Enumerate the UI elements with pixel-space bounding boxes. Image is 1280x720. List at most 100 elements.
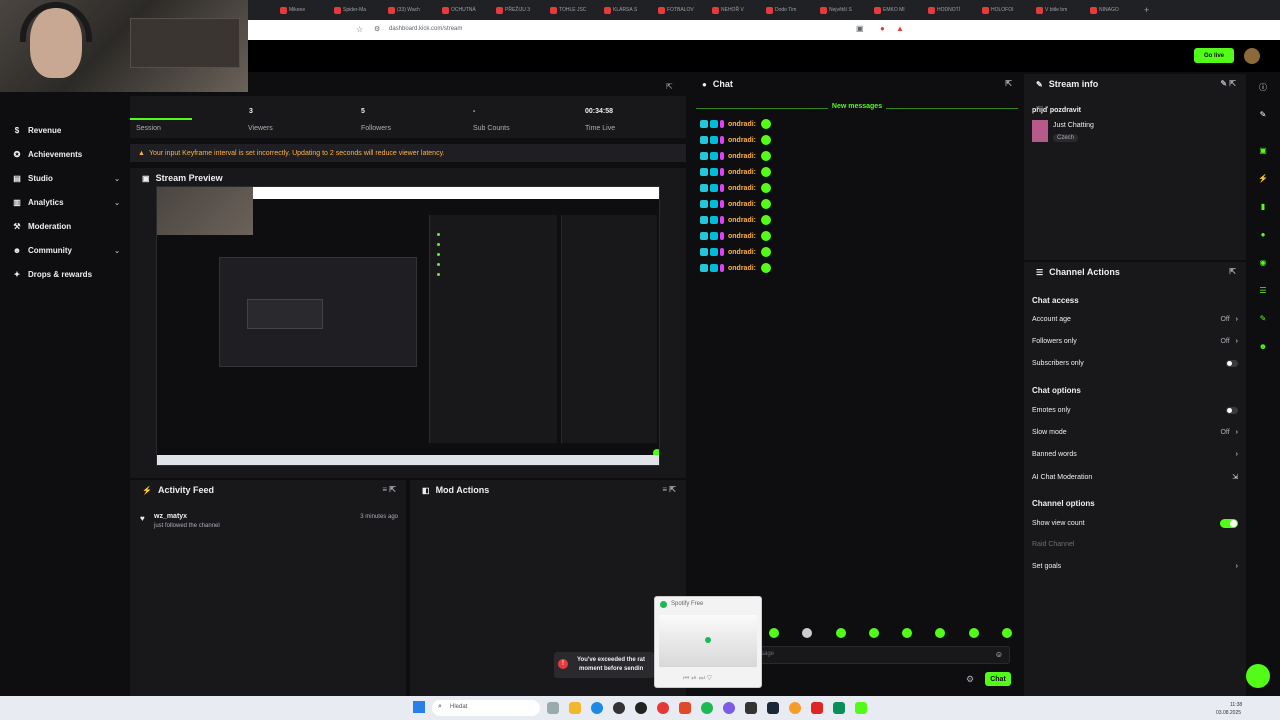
translate-icon[interactable]: ▣ <box>856 24 864 33</box>
raid-channel-row[interactable]: Raid Channel <box>1032 541 1238 548</box>
bolt-icon[interactable]: ⚡ <box>1258 174 1268 184</box>
browser-tab[interactable]: OCHUTNÁ <box>442 3 490 17</box>
followers-only-row[interactable]: Followers only Off › <box>1032 338 1238 345</box>
app-icon[interactable] <box>811 702 823 714</box>
send-chat-button[interactable]: Chat <box>985 672 1011 686</box>
app-icon[interactable] <box>745 702 757 714</box>
app-icon[interactable] <box>613 702 625 714</box>
browser-tab[interactable]: PŘEŽIJU 3 <box>496 3 544 17</box>
media-controls-icon[interactable]: ⏮ ⏯ ⏭ ♡ <box>683 675 712 683</box>
avatar[interactable] <box>1244 48 1260 64</box>
chat-message[interactable]: ondradi: <box>700 135 771 145</box>
browser-tab[interactable]: HODNOTÍ <box>928 3 976 17</box>
chevron-down-icon[interactable]: ⌄ <box>114 247 120 255</box>
sidebar-item-achievements[interactable]: ✪ Achievements <box>12 150 120 159</box>
emotes-only-toggle[interactable] <box>1226 407 1238 414</box>
gear-icon[interactable]: ⚙ <box>966 674 974 685</box>
chat-message[interactable]: ondradi: <box>700 183 771 193</box>
url-text[interactable]: dashboard.kick.com/stream <box>389 26 462 32</box>
chat-message[interactable]: ondradi: <box>700 167 771 177</box>
bookmark-icon[interactable]: ☆ <box>356 25 363 34</box>
browser-tab[interactable]: Spider-Ma <box>334 3 382 17</box>
spotify-taskbar-preview[interactable]: Spotify Free ⏮ ⏯ ⏭ ♡ <box>654 596 762 688</box>
chat-icon[interactable]: ● <box>1258 230 1268 240</box>
chat-username[interactable]: ondradi: <box>728 233 756 240</box>
banned-words-row[interactable]: Banned words › <box>1032 451 1238 458</box>
edge-icon[interactable] <box>591 702 603 714</box>
chat-username[interactable]: ondradi: <box>728 201 756 208</box>
browser-tab[interactable]: KLÁRSA S <box>604 3 652 17</box>
brave-icon[interactable] <box>679 702 691 714</box>
chat-message[interactable]: ondradi: <box>700 263 771 273</box>
browser-tab[interactable]: Mikeee <box>280 3 328 17</box>
chat-username[interactable]: ondradi: <box>728 169 756 176</box>
warning-extension-icon[interactable]: ▲ <box>896 24 904 33</box>
chat-message[interactable]: ondradi: <box>700 247 771 257</box>
support-chat-button[interactable] <box>1246 664 1270 688</box>
wrench-icon[interactable]: ✎ <box>1258 314 1268 324</box>
windows-start-icon[interactable] <box>413 701 425 713</box>
popout-icon[interactable]: ⇱ <box>1005 79 1012 88</box>
browser-tab[interactable]: V bitle bm <box>1036 3 1084 17</box>
sidebar-item-moderation[interactable]: ⚒ Moderation <box>12 222 120 231</box>
ai-moderation-row[interactable]: AI Chat Moderation ⇲ <box>1032 473 1238 482</box>
chat-username[interactable]: ondradi: <box>728 153 756 160</box>
emoji-icon[interactable]: ☺ <box>995 650 1003 659</box>
popout-icon[interactable]: ⇱ <box>666 82 673 91</box>
category-name[interactable]: Just Chatting <box>1053 122 1094 129</box>
emote-icon[interactable] <box>1001 628 1012 638</box>
chat-message[interactable]: ondradi: <box>700 231 771 241</box>
chat-username[interactable]: ondradi: <box>728 121 756 128</box>
chat-username[interactable]: ondradi: <box>728 265 756 272</box>
chevron-down-icon[interactable]: ⌄ <box>114 199 120 207</box>
chat-message[interactable]: ondradi: <box>700 119 771 129</box>
chat-message[interactable]: ondradi: <box>700 215 771 225</box>
sidebar-item-studio[interactable]: ▤ Studio ⌄ <box>12 174 120 183</box>
broadcast-icon[interactable]: ◉ <box>1258 258 1268 268</box>
account-age-row[interactable]: Account age Off › <box>1032 316 1238 323</box>
filter-icon[interactable]: ≡ ⇱ <box>662 485 676 494</box>
chat-username[interactable]: ondradi: <box>728 217 756 224</box>
stream-preview-video[interactable] <box>156 186 660 466</box>
emote-icon[interactable] <box>902 628 913 638</box>
emote-icon[interactable] <box>868 628 879 638</box>
list-icon[interactable]: ☰ <box>1258 286 1268 296</box>
edit-icon[interactable]: ✎ ⇱ <box>1220 79 1236 88</box>
browser-tab[interactable]: (33) Wach <box>388 3 436 17</box>
file-explorer-icon[interactable] <box>569 702 581 714</box>
slow-mode-row[interactable]: Slow mode Off › <box>1032 429 1238 436</box>
edit-icon[interactable]: ✎ <box>1258 110 1268 120</box>
discord-icon[interactable] <box>723 702 735 714</box>
chevron-down-icon[interactable]: ⌄ <box>114 175 120 183</box>
extension-icon[interactable]: ● <box>880 24 885 33</box>
popout-icon[interactable]: ⇱ <box>1229 267 1236 276</box>
shield-icon[interactable]: ▮ <box>1258 202 1268 212</box>
browser-tab[interactable]: NINAGO <box>1090 3 1138 17</box>
set-goals-row[interactable]: Set goals › <box>1032 563 1238 570</box>
filter-icon[interactable]: ≡ ⇱ <box>382 485 396 494</box>
browser-tab[interactable]: Největší S <box>820 3 868 17</box>
chat-message[interactable]: ondradi: <box>700 151 771 161</box>
app-icon[interactable] <box>833 702 845 714</box>
emote-icon[interactable] <box>769 628 779 638</box>
chat-username[interactable]: ondradi: <box>728 137 756 144</box>
address-bar[interactable]: ☆ ⚙ dashboard.kick.com/stream ▣ ● ▲ <box>248 20 1280 40</box>
settings-taskbar-icon[interactable] <box>547 702 559 714</box>
emote-icon[interactable] <box>968 628 979 638</box>
sidebar-item-analytics[interactable]: ▥ Analytics ⌄ <box>12 198 120 207</box>
go-live-button[interactable]: Go live <box>1194 48 1234 63</box>
app-icon[interactable] <box>789 702 801 714</box>
users-icon[interactable]: ☻ <box>1258 342 1268 352</box>
subscribers-only-toggle[interactable] <box>1226 360 1238 367</box>
show-view-count-toggle[interactable] <box>1220 519 1238 528</box>
sidebar-item-revenue[interactable]: $ Revenue <box>12 126 120 135</box>
browser-tab[interactable]: EMKO MI <box>874 3 922 17</box>
browser-tab[interactable]: HOLOFOI <box>982 3 1030 17</box>
browser-tab[interactable]: NEHOŘ V <box>712 3 760 17</box>
emote-icon[interactable] <box>835 628 846 638</box>
chat-username[interactable]: ondradi: <box>728 249 756 256</box>
crop-icon[interactable]: ▣ <box>1258 146 1268 156</box>
taskbar-search[interactable]: ⌕ Hledat <box>432 700 540 716</box>
new-messages-label[interactable]: New messages <box>696 103 1018 113</box>
spotify-taskbar-icon[interactable] <box>701 702 713 714</box>
